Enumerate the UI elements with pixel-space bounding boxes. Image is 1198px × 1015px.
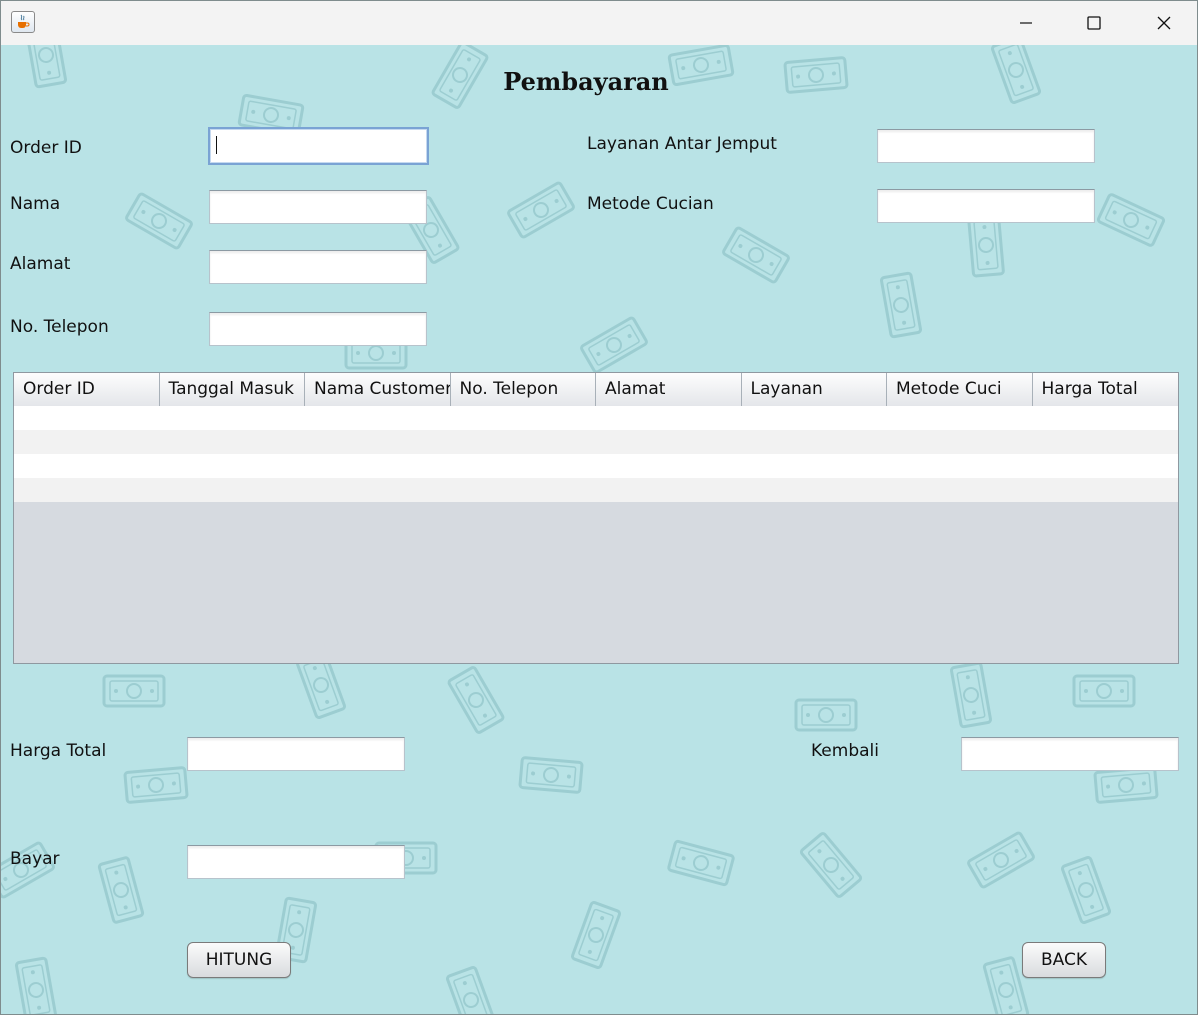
app-window: Pembayaran Order ID Nama Alamat No. Tele… [0,0,1198,1015]
column-header-harga-total[interactable]: Harga Total [1033,373,1179,406]
column-header-no-telepon[interactable]: No. Telepon [451,373,596,406]
main-panel: Pembayaran Order ID Nama Alamat No. Tele… [1,45,1197,1014]
metode-cucian-input[interactable] [878,190,1094,222]
kembali-label: Kembali [811,741,879,761]
kembali-input[interactable] [962,738,1178,770]
order-id-label: Order ID [10,138,82,158]
antar-jemput-field[interactable] [877,129,1095,163]
title-bar [1,1,1197,45]
page-title: Pembayaran [503,67,669,96]
table-header: Order ID Tanggal Masuk Nama Customer No.… [14,373,1178,407]
nama-field[interactable] [209,190,427,224]
order-table[interactable]: Order ID Tanggal Masuk Nama Customer No.… [13,372,1179,664]
telepon-label: No. Telepon [10,317,109,337]
column-header-nama-customer[interactable]: Nama Customer [305,373,451,406]
telepon-input[interactable] [210,313,426,345]
column-header-metode-cuci[interactable]: Metode Cuci [887,373,1033,406]
bayar-label: Bayar [10,849,60,869]
minimize-icon [1020,22,1032,24]
nama-label: Nama [10,194,61,214]
table-row[interactable] [14,478,1178,502]
alamat-label: Alamat [10,254,71,274]
column-header-layanan[interactable]: Layanan [742,373,887,406]
harga-total-label: Harga Total [10,741,107,761]
metode-cucian-label: Metode Cucian [587,194,714,214]
table-row[interactable] [14,430,1178,454]
order-id-field[interactable] [208,127,429,165]
maximize-button[interactable] [1059,1,1129,45]
close-button[interactable] [1129,1,1197,45]
table-row[interactable] [14,454,1178,478]
column-header-alamat[interactable]: Alamat [596,373,742,406]
antar-jemput-label: Layanan Antar Jemput [587,134,777,154]
kembali-field[interactable] [961,737,1179,771]
bayar-field[interactable] [187,845,405,879]
harga-total-field[interactable] [187,737,405,771]
order-id-input[interactable] [210,129,427,163]
close-icon [1157,16,1171,30]
telepon-field[interactable] [209,312,427,346]
antar-jemput-input[interactable] [878,130,1094,162]
bayar-input[interactable] [188,846,404,878]
metode-cucian-field[interactable] [877,189,1095,223]
alamat-input[interactable] [210,251,426,283]
maximize-icon [1087,16,1101,30]
column-header-order-id[interactable]: Order ID [14,373,160,406]
harga-total-input[interactable] [188,738,404,770]
hitung-button[interactable]: HITUNG [187,942,291,978]
java-cup-icon [11,11,35,33]
alamat-field[interactable] [209,250,427,284]
minimize-button[interactable] [991,1,1061,45]
column-header-tanggal-masuk[interactable]: Tanggal Masuk [160,373,305,406]
table-row[interactable] [14,406,1178,430]
back-button[interactable]: BACK [1022,942,1106,978]
text-caret [216,136,217,154]
nama-input[interactable] [210,191,426,223]
